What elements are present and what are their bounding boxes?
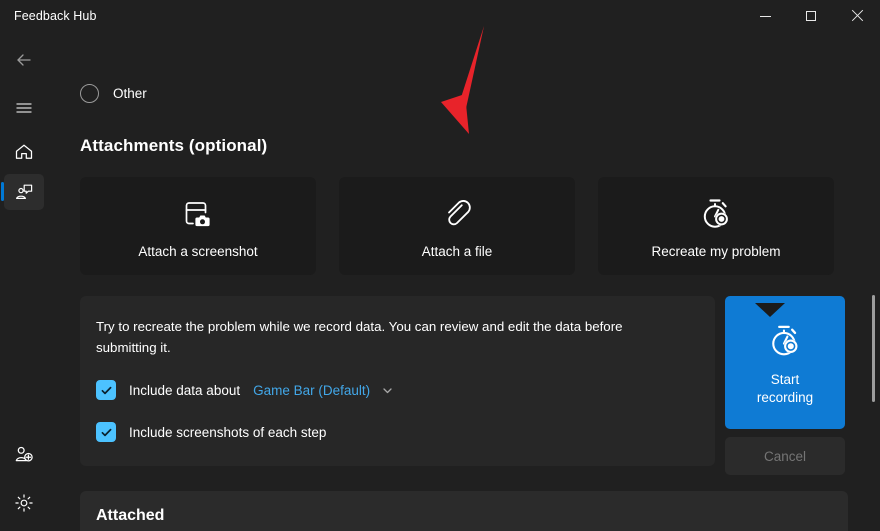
arrow-left-icon bbox=[14, 50, 34, 70]
checkmark-icon bbox=[100, 426, 113, 439]
vertical-scrollbar[interactable] bbox=[866, 32, 880, 531]
hamburger-menu-icon bbox=[14, 98, 34, 118]
minimize-icon bbox=[760, 16, 771, 17]
cancel-recording-button[interactable]: Cancel bbox=[725, 437, 845, 475]
back-button[interactable] bbox=[4, 42, 44, 78]
maximize-icon bbox=[806, 11, 816, 21]
minimize-button[interactable] bbox=[742, 0, 788, 32]
recreate-panel: Try to recreate the problem while we rec… bbox=[80, 296, 715, 466]
data-scope-dropdown-button[interactable] bbox=[381, 384, 394, 397]
person-add-icon bbox=[13, 444, 35, 466]
navigation-menu-button[interactable] bbox=[4, 90, 44, 126]
recreate-panel-wrap: Try to recreate the problem while we rec… bbox=[80, 296, 848, 475]
attachment-cards: Attach a screenshot Attach a file bbox=[80, 177, 848, 275]
feedback-hub-window: Feedback Hub bbox=[0, 0, 880, 531]
radio-label: Other bbox=[113, 86, 147, 101]
settings-button[interactable] bbox=[4, 485, 44, 521]
close-icon bbox=[851, 10, 863, 22]
close-button[interactable] bbox=[834, 0, 880, 32]
screenshot-camera-icon bbox=[178, 194, 218, 234]
start-recording-button[interactable]: Start recording bbox=[725, 296, 845, 429]
selection-indicator bbox=[1, 182, 4, 201]
recreate-description: Try to recreate the problem while we rec… bbox=[96, 316, 676, 358]
stopwatch-record-icon bbox=[695, 193, 737, 235]
main-content: Other Attachments (optional) Attach bbox=[48, 32, 880, 531]
left-navigation-rail bbox=[0, 32, 48, 531]
card-label: Attach a file bbox=[422, 244, 493, 259]
include-data-label: Include data about bbox=[129, 383, 240, 398]
maximize-button[interactable] bbox=[788, 0, 834, 32]
gear-icon bbox=[13, 492, 35, 514]
recreate-actions: Start recording Cancel bbox=[725, 296, 845, 475]
card-icon-wrap bbox=[695, 193, 737, 235]
card-icon-wrap bbox=[178, 193, 218, 235]
attach-file-card[interactable]: Attach a file bbox=[339, 177, 575, 275]
include-screenshots-checkbox[interactable] bbox=[96, 422, 116, 442]
cancel-label: Cancel bbox=[764, 449, 806, 464]
title-bar: Feedback Hub bbox=[0, 0, 880, 32]
paperclip-icon bbox=[437, 194, 477, 234]
radio-option-other[interactable]: Other bbox=[80, 84, 848, 103]
sidebar-item-home[interactable] bbox=[4, 134, 44, 170]
start-recording-label: Start recording bbox=[745, 371, 825, 407]
include-data-checkbox[interactable] bbox=[96, 380, 116, 400]
include-data-row: Include data about Game Bar (Default) bbox=[96, 380, 695, 400]
attached-title: Attached bbox=[96, 507, 848, 525]
include-screenshots-label: Include screenshots of each step bbox=[129, 425, 326, 440]
card-label: Recreate my problem bbox=[651, 244, 780, 259]
attachments-heading: Attachments (optional) bbox=[80, 136, 848, 156]
chevron-down-icon bbox=[381, 384, 394, 397]
recreate-panel-notch bbox=[755, 303, 785, 317]
feedback-chat-icon bbox=[13, 181, 35, 203]
home-icon bbox=[13, 141, 35, 163]
attached-section: Attached bbox=[80, 491, 848, 531]
include-screenshots-row: Include screenshots of each step bbox=[96, 422, 695, 442]
sidebar-item-feedback[interactable] bbox=[4, 174, 44, 210]
data-scope-dropdown-value[interactable]: Game Bar (Default) bbox=[253, 383, 370, 398]
start-recording-line2: recording bbox=[757, 390, 813, 405]
attach-screenshot-card[interactable]: Attach a screenshot bbox=[80, 177, 316, 275]
window-title: Feedback Hub bbox=[14, 9, 97, 23]
window-controls bbox=[742, 0, 880, 32]
rail-bottom-group bbox=[0, 437, 48, 521]
scrollbar-thumb[interactable] bbox=[872, 295, 875, 402]
card-icon-wrap bbox=[437, 193, 477, 235]
radio-button[interactable] bbox=[80, 84, 99, 103]
start-recording-line1: Start bbox=[771, 372, 800, 387]
stopwatch-record-icon bbox=[763, 319, 807, 363]
account-button[interactable] bbox=[4, 437, 44, 473]
recreate-problem-card[interactable]: Recreate my problem bbox=[598, 177, 834, 275]
card-label: Attach a screenshot bbox=[138, 244, 257, 259]
checkmark-icon bbox=[100, 384, 113, 397]
